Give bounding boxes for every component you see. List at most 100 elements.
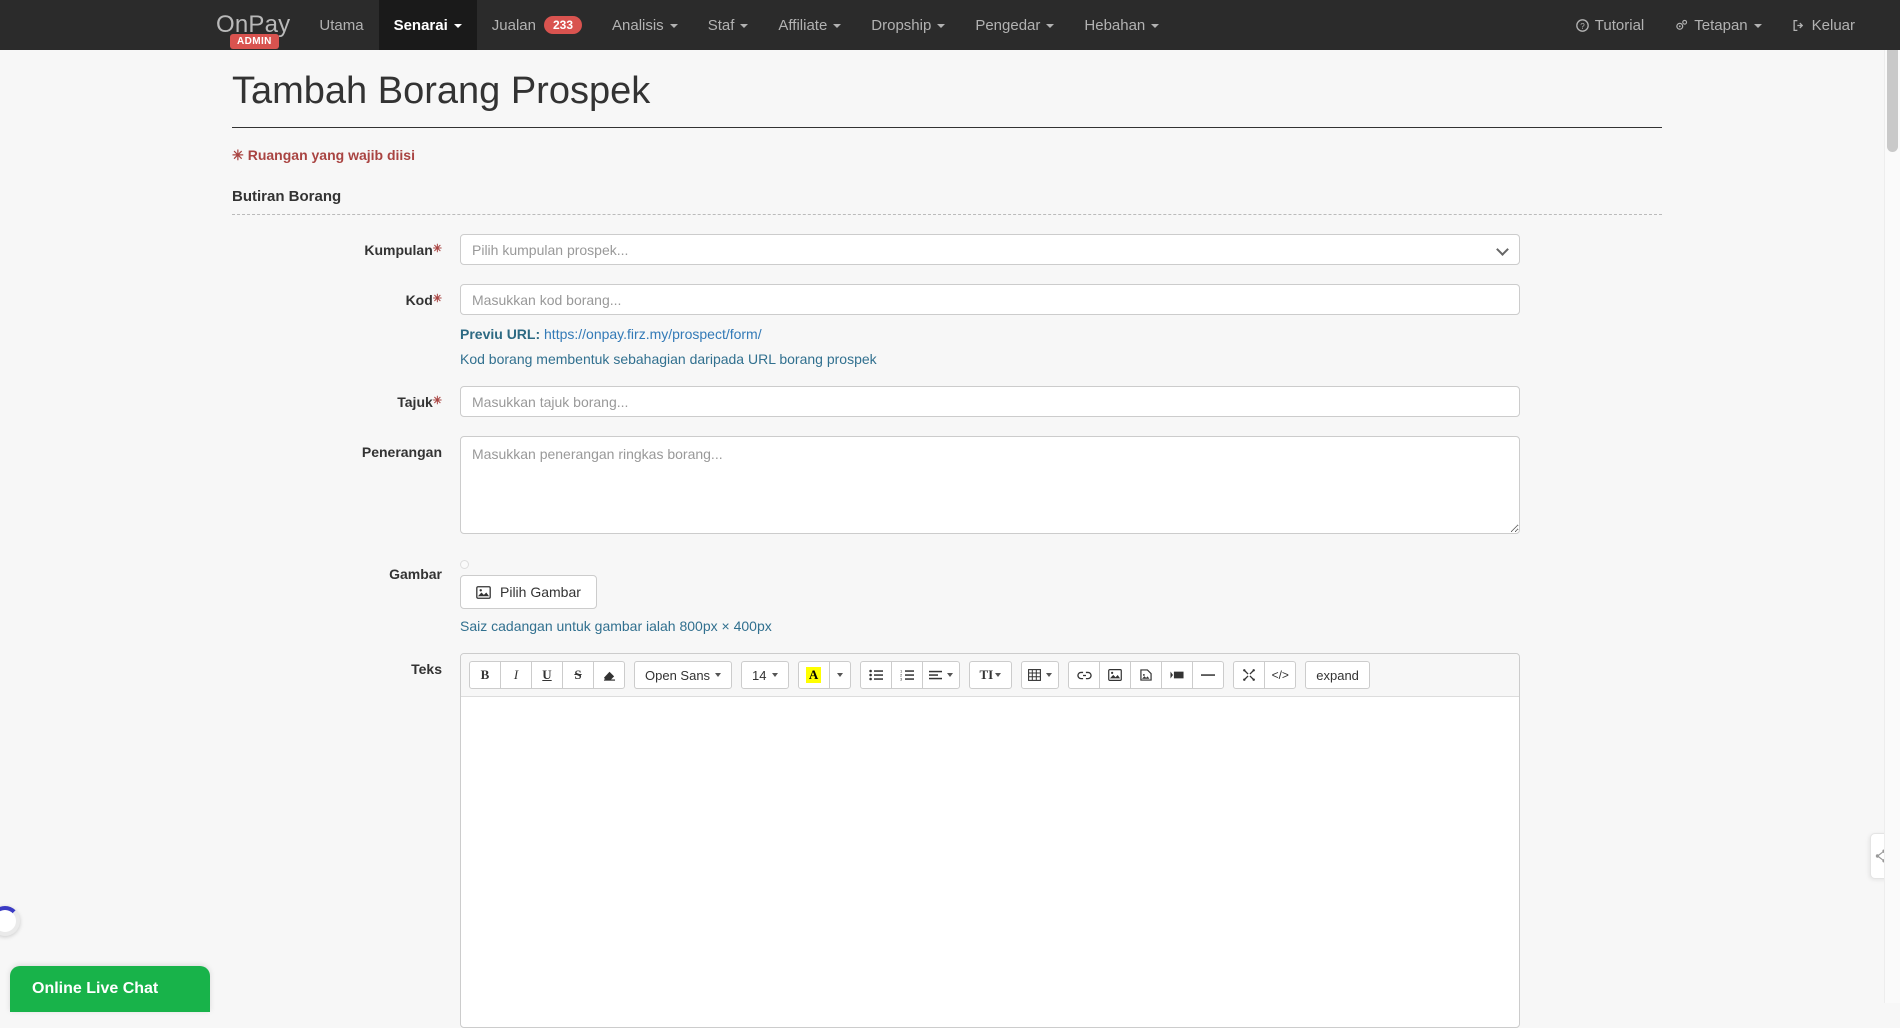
horizontal-rule-button[interactable] <box>1192 661 1225 689</box>
kod-help-text: Kod borang membentuk sebahagian daripada… <box>460 351 877 367</box>
admin-badge: ADMIN <box>230 34 279 49</box>
form-row-gambar: Gambar Pilih Gambar Saiz cadangan untuk … <box>232 558 1662 634</box>
kod-input[interactable] <box>460 284 1520 315</box>
strikethrough-button[interactable]: S <box>562 661 594 689</box>
question-circle-icon: ? <box>1575 18 1589 32</box>
required-asterisk-icon: ✳ <box>432 293 442 305</box>
page-container: Tambah Borang Prospek ✳ Ruangan yang waji… <box>232 70 1662 1028</box>
live-chat-button[interactable]: Online Live Chat <box>10 966 210 1012</box>
svg-text:3: 3 <box>900 676 903 681</box>
page-scrollbar[interactable] <box>1884 0 1900 1003</box>
chevron-down-icon <box>1046 673 1053 677</box>
chevron-down-icon <box>833 24 842 28</box>
gambar-help-text: Saiz cadangan untuk gambar ialah 800px ×… <box>460 618 772 634</box>
remove-format-button[interactable] <box>593 661 625 689</box>
nav-item-dropship[interactable]: Dropship <box>856 0 960 50</box>
code-view-button[interactable]: </> <box>1264 661 1297 689</box>
list-group: 1 2 3 <box>859 661 960 689</box>
kumpulan-select-wrapper: Pilih kumpulan prospek... <box>460 234 1520 265</box>
paragraph-align-dropdown[interactable] <box>921 661 960 689</box>
help-button[interactable]: expand <box>1305 661 1370 689</box>
brand-logo[interactable]: OnPay ADMIN <box>216 0 304 50</box>
view-group: </> <box>1233 661 1297 689</box>
underline-button[interactable]: U <box>531 661 563 689</box>
nav-item-pengedar[interactable]: Pengedar <box>960 0 1069 50</box>
chevron-down-icon <box>937 24 946 28</box>
penerangan-textarea[interactable] <box>460 436 1520 534</box>
pilih-gambar-label: Pilih Gambar <box>500 584 581 600</box>
font-name-dropdown[interactable]: Open Sans <box>634 661 733 689</box>
expand-icon <box>1243 669 1256 681</box>
font-size-dropdown[interactable]: 14 <box>741 661 789 689</box>
preview-url-label: Previu URL: <box>460 326 541 342</box>
control-teks: B I U S Open Sans 14 A 1 2 3 TI </> expa… <box>460 653 1520 1028</box>
live-chat-label: Online Live Chat <box>32 980 159 997</box>
unordered-list-button[interactable] <box>859 661 892 689</box>
preview-url-link[interactable]: https://onpay.firz.my/prospect/form/ <box>544 326 762 342</box>
nav-item-utama[interactable]: Utama <box>304 0 378 50</box>
nav-item-tetapan[interactable]: Tetapan <box>1659 0 1776 50</box>
chevron-down-icon <box>995 673 1002 677</box>
paragraph-style-label: TI <box>979 667 994 682</box>
ordered-list-button[interactable]: 1 2 3 <box>890 661 923 689</box>
rich-text-editor: B I U S Open Sans 14 A 1 2 3 TI </> expa… <box>460 653 1520 1028</box>
fullscreen-button[interactable] <box>1233 661 1266 689</box>
bold-button[interactable]: B <box>469 661 501 689</box>
chevron-down-icon <box>740 24 749 28</box>
label-kod: Kod✳ <box>232 284 460 367</box>
nav-item-hebahan[interactable]: Hebahan <box>1069 0 1174 50</box>
chevron-down-icon <box>715 673 722 677</box>
label-kumpulan: Kumpulan✳ <box>232 234 460 265</box>
nav-item-jualan[interactable]: Jualan 233 <box>477 0 597 50</box>
chevron-down-icon <box>1151 24 1160 28</box>
tajuk-input[interactable] <box>460 386 1520 417</box>
gambar-toggle-circle[interactable] <box>460 560 469 569</box>
nav-item-senarai[interactable]: Senarai <box>378 0 477 50</box>
insert-picture-button[interactable] <box>1099 661 1132 689</box>
control-penerangan <box>460 436 1520 539</box>
color-dropdown[interactable] <box>828 661 851 689</box>
chevron-down-icon <box>771 673 778 677</box>
label-penerangan: Penerangan <box>232 436 460 539</box>
font-name-label: Open Sans <box>645 667 711 683</box>
label-gambar: Gambar <box>232 558 460 634</box>
form-row-kumpulan: Kumpulan✳ Pilih kumpulan prospek... <box>232 234 1662 265</box>
help-group: expand <box>1305 661 1370 689</box>
text-highlight-button[interactable]: A <box>797 661 830 689</box>
style-group: B I U S <box>469 661 625 689</box>
image-icon <box>476 585 491 599</box>
image-icon <box>1108 669 1123 681</box>
navbar-left-group: OnPay ADMIN Utama Senarai Jualan 233 Ana… <box>0 0 1174 50</box>
insert-link-button[interactable] <box>1068 661 1101 689</box>
insert-video-button[interactable] <box>1161 661 1194 689</box>
eraser-icon <box>603 671 615 681</box>
editor-toolbar: B I U S Open Sans 14 A 1 2 3 TI </> expa… <box>461 654 1519 697</box>
code-view-glyph: </> <box>1271 668 1289 682</box>
insert-file-button[interactable] <box>1130 661 1163 689</box>
nav-item-label: Dropship <box>871 16 932 34</box>
control-gambar: Pilih Gambar Saiz cadangan untuk gambar … <box>460 558 1520 634</box>
form-row-kod: Kod✳ Previu URL: https://onpay.firz.my/p… <box>232 284 1662 367</box>
highlight-a-glyph: A <box>805 667 822 683</box>
editor-content-area[interactable] <box>461 697 1519 1027</box>
control-kumpulan: Pilih kumpulan prospek... <box>460 234 1520 265</box>
kumpulan-select[interactable]: Pilih kumpulan prospek... <box>460 234 1520 265</box>
italic-button[interactable]: I <box>500 661 532 689</box>
insert-table-dropdown[interactable] <box>1021 661 1060 689</box>
nav-item-label: Analisis <box>612 16 664 34</box>
nav-item-staf[interactable]: Staf <box>693 0 764 50</box>
navbar-right-group: ? Tutorial Tetapan Keluar <box>1561 0 1900 50</box>
paragraph-style-dropdown[interactable]: TI <box>968 661 1013 689</box>
nav-item-analisis[interactable]: Analisis <box>597 0 693 50</box>
page-body: Tambah Borang Prospek ✳ Ruangan yang waji… <box>0 70 1900 1028</box>
nav-item-affiliate[interactable]: Affiliate <box>763 0 856 50</box>
table-icon <box>1028 669 1042 681</box>
nav-item-tutorial[interactable]: ? Tutorial <box>1561 0 1659 50</box>
svg-text:?: ? <box>1580 21 1585 30</box>
help-glyph: expand <box>1316 667 1359 683</box>
chevron-down-icon <box>1753 24 1762 28</box>
pilih-gambar-button[interactable]: Pilih Gambar <box>460 575 597 609</box>
video-icon <box>1170 671 1184 679</box>
numbered-list-icon: 1 2 3 <box>900 669 914 681</box>
nav-item-keluar[interactable]: Keluar <box>1777 0 1870 50</box>
